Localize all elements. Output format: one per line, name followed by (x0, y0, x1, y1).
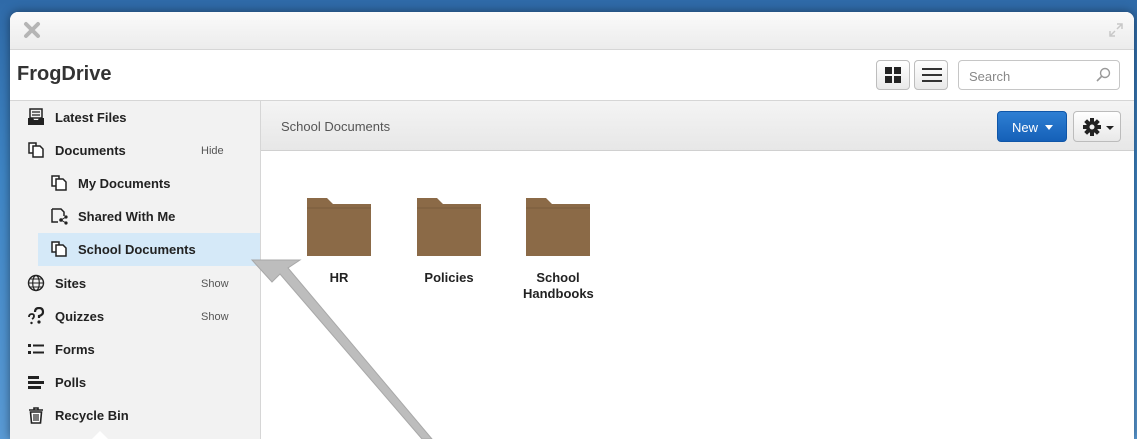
search-input[interactable] (967, 66, 1091, 86)
question-icon (28, 307, 45, 325)
sidebar-item-label: Sites (55, 276, 87, 291)
hide-toggle[interactable]: Hide (201, 145, 224, 157)
search-box (958, 60, 1120, 90)
grid-view-icon (885, 67, 901, 83)
trash-icon (29, 407, 43, 424)
sidebar-item-label: Quizzes (55, 309, 105, 324)
gear-icon (1083, 118, 1114, 136)
list-view-button[interactable] (914, 60, 948, 90)
content-area: School Documents New HR Policies School … (261, 101, 1134, 439)
app-title: FrogDrive (17, 63, 112, 85)
grid-view-button[interactable] (876, 60, 910, 90)
new-button[interactable]: New (997, 111, 1067, 142)
folder-policies[interactable]: Policies (404, 196, 494, 286)
title-bar (10, 12, 1134, 50)
settings-button[interactable] (1073, 111, 1121, 142)
sidebar-item-latest-files[interactable]: Latest Files (10, 101, 260, 134)
sidebar-item-school-documents[interactable]: School Documents (38, 233, 260, 266)
sidebar-item-sites[interactable]: Sites Show (10, 267, 260, 300)
documents-icon (51, 241, 67, 257)
sidebar-item-documents[interactable]: Documents Hide (10, 134, 260, 167)
sidebar-item-forms[interactable]: Forms (10, 333, 260, 366)
app-header: FrogDrive (10, 50, 1134, 101)
folder-hr[interactable]: HR (294, 196, 384, 286)
folder-label: Policies (424, 270, 474, 285)
show-toggle[interactable]: Show (201, 278, 229, 290)
new-button-label: New (1012, 120, 1039, 135)
sidebar-item-label: Recycle Bin (55, 408, 129, 423)
frogdrive-window: FrogDrive Search Latest Files Documents … (10, 12, 1134, 439)
documents-icon (28, 142, 44, 158)
sidebar-item-polls[interactable]: Polls (10, 366, 260, 399)
folder-icon (417, 198, 481, 256)
folder-label: HR (329, 270, 349, 285)
search-icon[interactable] (1095, 67, 1111, 83)
breadcrumb: School Documents (281, 119, 391, 134)
sidebar-item-label: Documents (55, 143, 126, 158)
folder-label: School Handbooks (523, 270, 594, 301)
bars-icon (28, 376, 44, 389)
folder-school-handbooks[interactable]: School Handbooks (514, 196, 602, 302)
sidebar: Latest Files Documents Hide My Documents (10, 101, 261, 439)
sidebar-item-quizzes[interactable]: Quizzes Show (10, 300, 260, 333)
folder-icon (526, 198, 590, 256)
list-view-icon (922, 68, 942, 82)
documents-icon (51, 175, 67, 191)
sidebar-item-recycle-bin[interactable]: Recycle Bin (10, 399, 260, 432)
chevron-down-icon (1045, 125, 1053, 130)
sidebar-item-label: Latest Files (55, 110, 127, 125)
close-icon[interactable] (22, 20, 42, 40)
content-toolbar: School Documents New (261, 101, 1134, 151)
globe-icon (27, 274, 45, 292)
sidebar-item-label: School Documents (78, 242, 196, 257)
expand-icon[interactable] (1108, 22, 1124, 38)
sidebar-item-label: Shared With Me (78, 209, 176, 224)
sidebar-item-label: My Documents (78, 176, 171, 191)
sidebar-item-label: Forms (55, 342, 95, 357)
sidebar-item-shared-with-me[interactable]: Shared With Me (10, 200, 260, 233)
sidebar-item-my-documents[interactable]: My Documents (10, 167, 260, 200)
sidebar-item-label: Polls (55, 375, 87, 390)
folder-icon (307, 198, 371, 256)
shared-icon (51, 208, 68, 225)
list-icon (28, 344, 44, 354)
show-toggle[interactable]: Show (201, 311, 229, 323)
inbox-tray-icon (28, 108, 44, 125)
